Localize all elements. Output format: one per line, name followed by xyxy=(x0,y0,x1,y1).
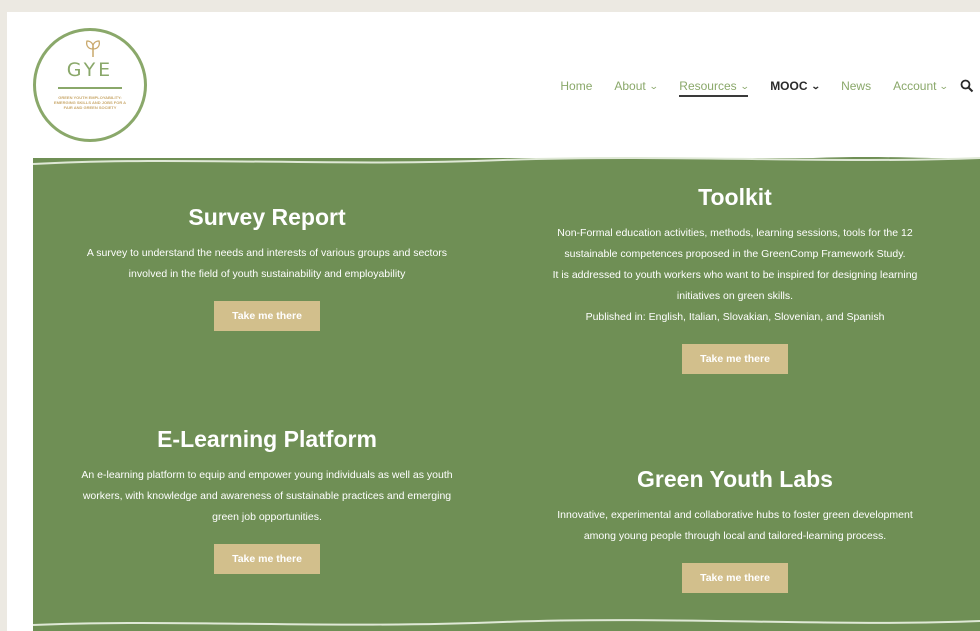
toolkit-take-me-there-button[interactable]: Take me there xyxy=(682,344,788,374)
main-nav: Home About ⌄ Resources ⌄ MOOC ⌄ News Acc… xyxy=(538,76,974,97)
search-icon[interactable] xyxy=(960,79,974,93)
labs-take-me-there-button[interactable]: Take me there xyxy=(682,563,788,593)
nav-item-resources[interactable]: Resources ⌄ xyxy=(679,79,750,97)
nav-item-label: Resources xyxy=(679,79,737,93)
nav-item-news[interactable]: News xyxy=(841,79,871,93)
toolkit-section: Toolkit Non-Formal education activities,… xyxy=(515,184,955,374)
survey-take-me-there-button[interactable]: Take me there xyxy=(214,301,320,331)
nav-item-label: News xyxy=(841,79,872,93)
wave-bottom-divider xyxy=(33,611,980,626)
section-title: Toolkit xyxy=(698,184,772,210)
leaf-icon xyxy=(86,40,100,57)
section-title: Survey Report xyxy=(188,204,346,230)
site-logo[interactable]: GYE GREEN YOUTH EMPLOYABILITY: EMERGING … xyxy=(33,28,147,142)
logo-tagline: GREEN YOUTH EMPLOYABILITY: EMERGING SKIL… xyxy=(53,95,127,110)
survey-report-section: Survey Report A survey to understand the… xyxy=(47,204,487,331)
nav-item-label: Account xyxy=(893,79,937,93)
nav-item-mooc[interactable]: MOOC ⌄ xyxy=(770,79,821,93)
nav-item-label: MOOC xyxy=(770,79,808,93)
site-header: GYE GREEN YOUTH EMPLOYABILITY: EMERGING … xyxy=(7,12,980,152)
section-description: Innovative, experimental and collaborati… xyxy=(557,509,913,542)
section-description: An e-learning platform to equip and empo… xyxy=(81,469,453,523)
nav-item-about[interactable]: About ⌄ xyxy=(614,79,659,93)
logo-divider xyxy=(58,87,122,89)
page: GYE GREEN YOUTH EMPLOYABILITY: EMERGING … xyxy=(7,12,980,631)
elearning-take-me-there-button[interactable]: Take me there xyxy=(214,544,320,574)
section-title: Green Youth Labs xyxy=(637,466,833,492)
nav-item-label: About xyxy=(614,79,646,93)
logo-text: GYE xyxy=(66,59,114,81)
green-youth-labs-section: Green Youth Labs Innovative, experimenta… xyxy=(515,466,955,593)
chevron-down-icon: ⌄ xyxy=(810,80,821,91)
wave-top-divider xyxy=(33,157,980,172)
nav-item-account[interactable]: Account ⌄ xyxy=(893,79,950,93)
chevron-down-icon: ⌄ xyxy=(739,80,750,91)
elearning-platform-section: E-Learning Platform An e-learning platfo… xyxy=(47,426,487,574)
chevron-down-icon: ⌄ xyxy=(648,80,659,91)
nav-item-home[interactable]: Home xyxy=(560,79,592,93)
nav-item-label: Home xyxy=(560,79,593,93)
section-description: Non-Formal education activities, methods… xyxy=(552,227,918,323)
chevron-down-icon: ⌄ xyxy=(939,80,950,91)
section-description: A survey to understand the needs and int… xyxy=(86,247,448,280)
section-title: E-Learning Platform xyxy=(157,426,377,452)
